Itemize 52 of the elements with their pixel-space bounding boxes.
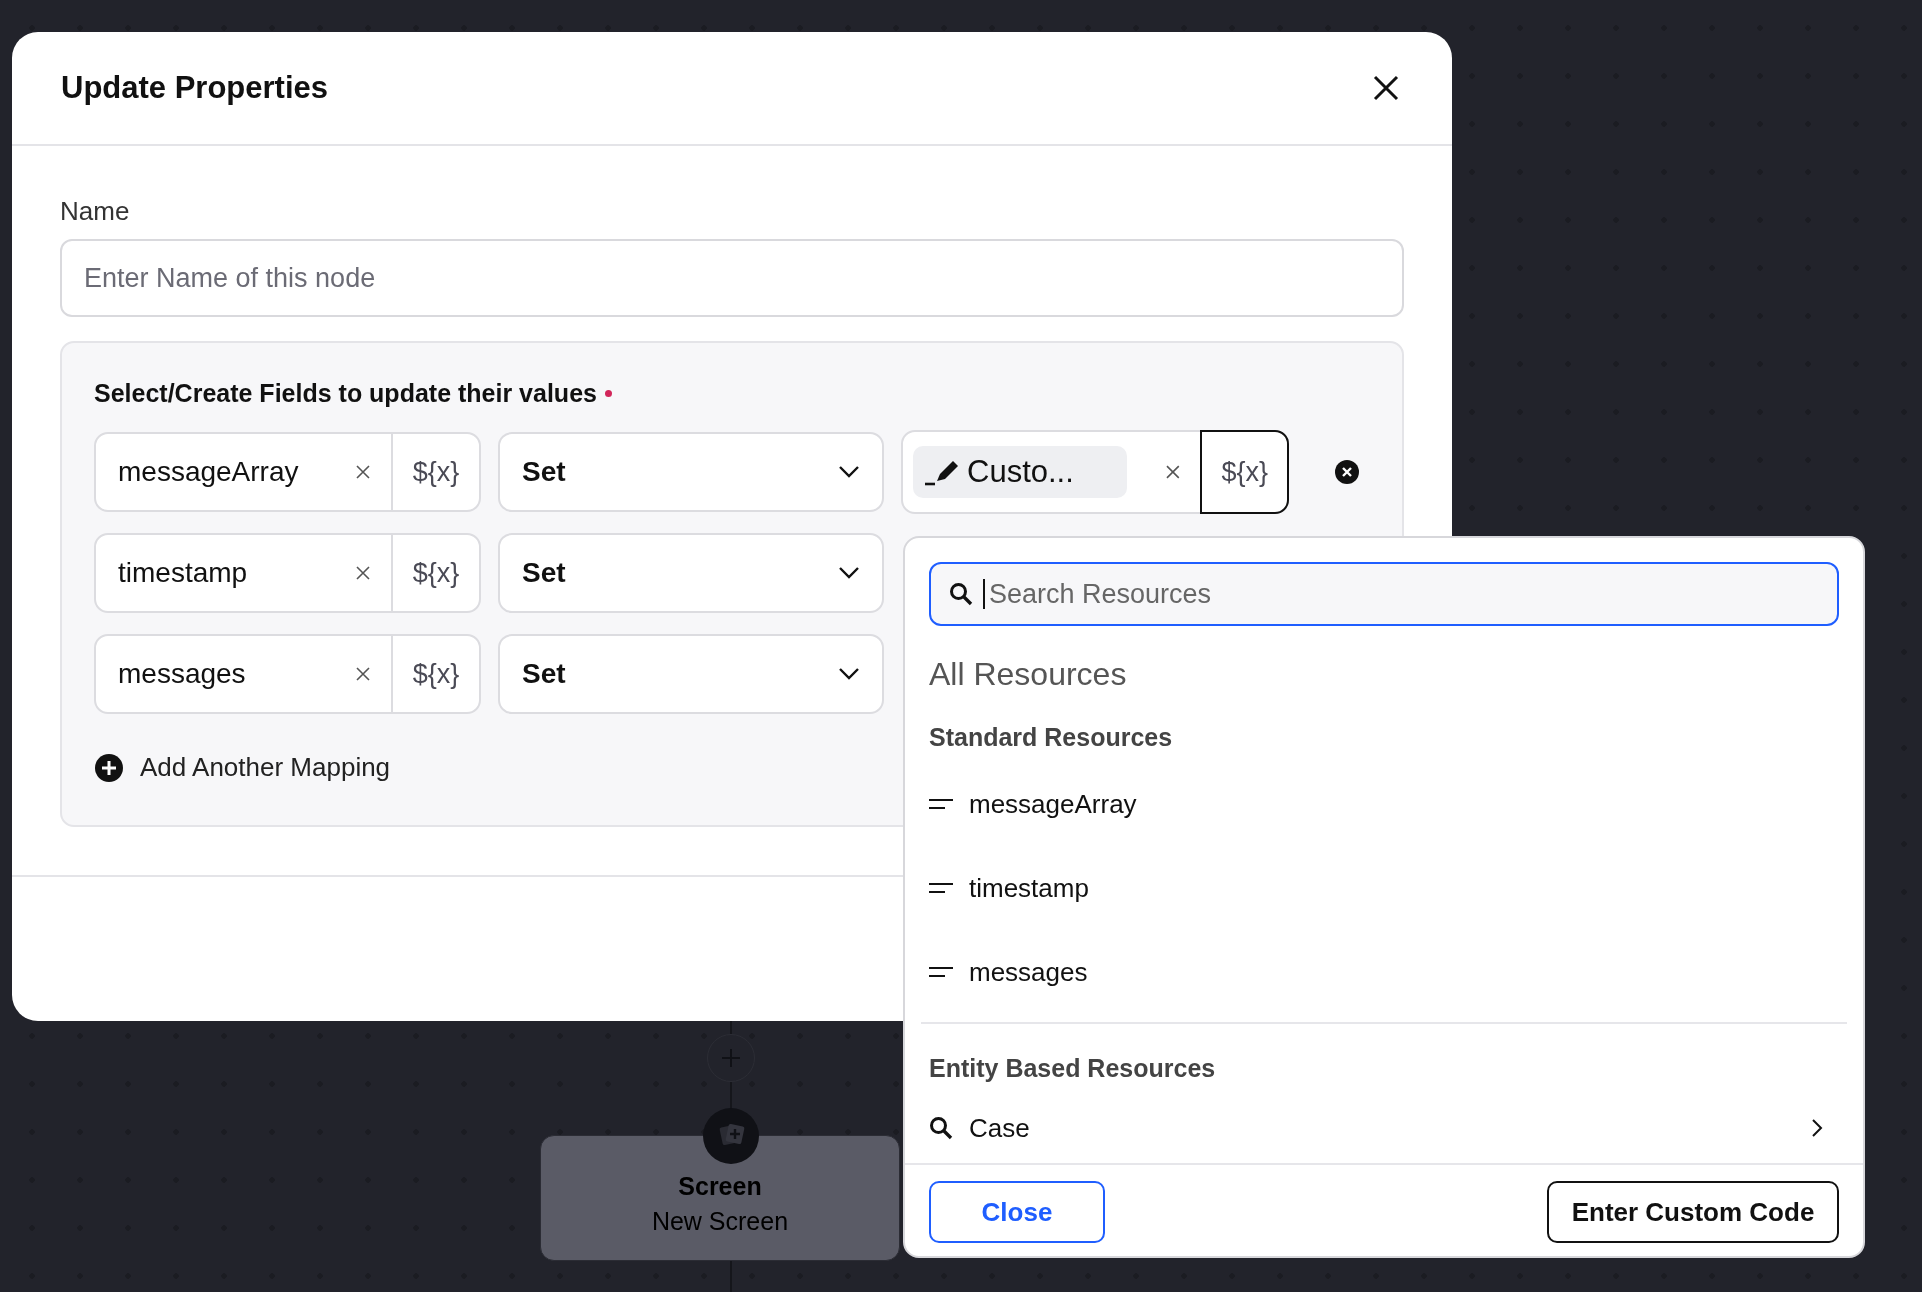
screen-node-icon [703,1108,759,1164]
node-subtitle: New Screen [651,1207,789,1236]
close-button[interactable]: Close [929,1181,1105,1243]
clear-icon[interactable] [355,666,371,682]
chevron-down-icon [838,566,860,580]
add-mapping-link[interactable]: Add Another Mapping [140,752,391,783]
resource-item[interactable]: messageArray [929,762,1839,846]
operator-value: Set [522,658,566,690]
field-select[interactable]: messageArray ${x} [94,432,481,512]
search-icon [949,582,973,606]
section-heading: Select/Create Fields to update their values [94,379,597,408]
operator-value: Set [522,557,566,589]
value-chip[interactable]: Custo... [913,446,1127,498]
chevron-right-icon [1811,1118,1823,1138]
operator-dropdown[interactable]: Set [498,634,884,714]
variable-button[interactable]: ${x} [391,434,479,510]
field-name: messages [118,658,247,690]
resource-item[interactable]: messages [929,930,1839,1014]
field-name: messageArray [118,456,300,488]
search-icon [929,1116,953,1140]
clear-icon[interactable] [1164,464,1181,480]
section-heading: Entity Based Resources [929,1054,1217,1083]
resource-item[interactable]: timestamp [929,846,1839,930]
lines-icon [929,881,953,895]
field-name: timestamp [118,557,249,589]
variable-button[interactable]: ${x} [1200,430,1289,514]
clear-icon[interactable] [355,464,371,480]
picker-title: All Resources [929,656,1128,693]
search-field[interactable]: Search Resources [929,562,1839,626]
add-circle-icon[interactable] [94,752,124,783]
remove-icon[interactable] [1334,459,1360,485]
field-label: Name [60,196,131,227]
node-title: Screen [678,1172,762,1201]
field-select[interactable]: timestamp ${x} [94,533,481,613]
variable-button[interactable]: ${x} [391,636,479,712]
name-input[interactable]: Enter Name of this node [60,239,1404,317]
field-select[interactable]: messages ${x} [94,634,481,714]
lines-icon [929,797,953,811]
variable-button[interactable]: ${x} [391,535,479,611]
section-heading: Standard Resources [929,723,1174,752]
operator-dropdown[interactable]: Set [498,533,884,613]
lines-icon [929,965,953,979]
chevron-down-icon [838,465,860,479]
resource-item[interactable]: Case [929,1093,1839,1163]
operator-value: Set [522,456,566,488]
value-field[interactable]: Custo... ${x} [901,430,1289,514]
close-icon[interactable] [1372,74,1400,102]
chevron-down-icon [838,667,860,681]
custom-code-button[interactable]: Enter Custom Code [1547,1181,1839,1243]
operator-dropdown[interactable]: Set [498,432,884,512]
clear-icon[interactable] [355,565,371,581]
dialog-title: Update Properties [61,70,328,106]
